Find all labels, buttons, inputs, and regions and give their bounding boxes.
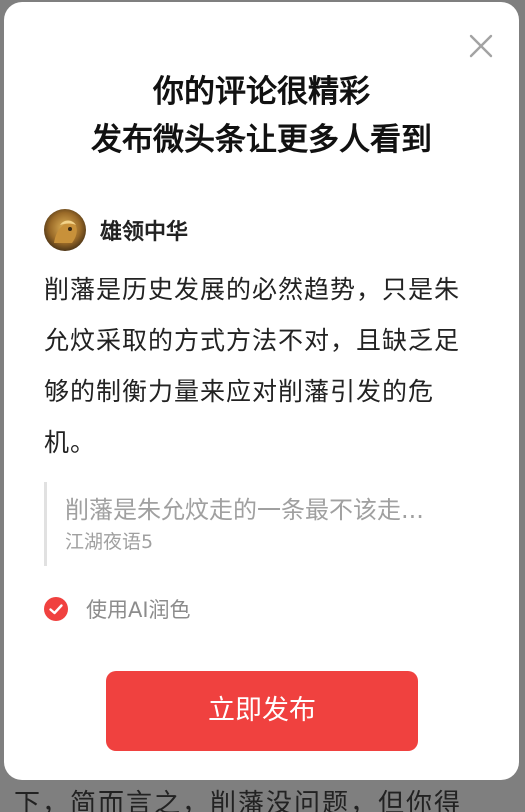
ai-polish-option[interactable]: 使用AI润色: [44, 594, 191, 624]
publish-dialog: 你的评论很精彩 发布微头条让更多人看到 雄领中华 削藩是历史发展的必然趋势，只是: [4, 2, 519, 780]
quoted-comment-text: 削藩是朱允炆走的一条最不该走...: [65, 496, 424, 524]
username: 雄领中华: [100, 220, 189, 245]
check-circle-icon[interactable]: [44, 597, 68, 621]
comment-text: 削藩是历史发展的必然趋势，只是朱允炆采取的方式方法不对，且缺乏足够的制衡力量来应…: [44, 275, 461, 457]
avatar[interactable]: [44, 209, 86, 251]
close-button[interactable]: [467, 32, 495, 60]
ai-polish-label: 使用AI润色: [86, 598, 191, 622]
dialog-title-line2: 发布微头条让更多人看到: [91, 122, 432, 158]
close-icon: [469, 34, 493, 58]
user-row: 雄领中华: [44, 208, 188, 252]
quoted-comment: 削藩是朱允炆走的一条最不该走... 江湖夜语5: [44, 482, 484, 566]
background-article-text: 下，简而言之，削藩没问题，但你得: [14, 789, 463, 812]
avatar-image: [44, 209, 86, 251]
quoted-comment-author: 江湖夜语5: [65, 531, 154, 553]
dialog-title-line1: 你的评论很精彩: [153, 74, 370, 110]
dialog-title: 你的评论很精彩 发布微头条让更多人看到: [4, 68, 519, 164]
publish-button[interactable]: 立即发布: [106, 671, 418, 751]
